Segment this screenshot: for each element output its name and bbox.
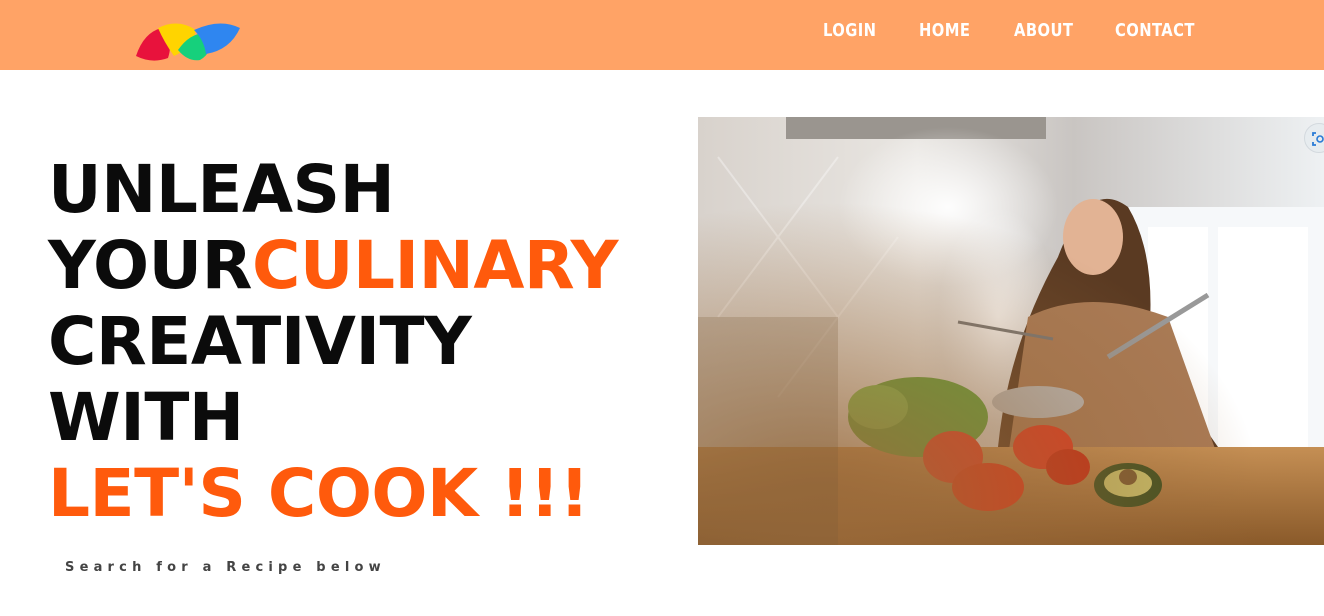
hero-heading: UNLEASH YOURCULINARY CREATIVITY WITH LET…	[48, 152, 668, 532]
colorful-petals-logo-icon[interactable]	[134, 20, 242, 62]
hero-line-1: UNLEASH	[48, 151, 395, 228]
hero-word-your: YOUR	[48, 227, 252, 304]
visual-search-icon[interactable]	[1304, 123, 1324, 153]
top-navbar: LOGIN HOME ABOUT CONTACT	[0, 0, 1324, 70]
hero-word-culinary: CULINARY	[251, 227, 618, 304]
hero-line-5: LET'S COOK !!!	[48, 455, 589, 532]
woman-cooking-in-kitchen-image	[698, 117, 1324, 545]
kitchen-photo-illustration	[698, 117, 1324, 545]
hero-line-4: WITH	[48, 379, 244, 456]
hero-line-2: YOURCULINARY	[48, 228, 668, 304]
search-caption: Search for a Recipe below	[65, 560, 386, 575]
nav-home-link[interactable]: HOME	[919, 20, 970, 41]
hero-line-3: CREATIVITY	[48, 303, 472, 380]
visual-search-glyph-icon	[1312, 132, 1324, 146]
nav-contact-link[interactable]: CONTACT	[1115, 20, 1195, 41]
nav-login-link[interactable]: LOGIN	[823, 20, 876, 41]
nav-about-link[interactable]: ABOUT	[1014, 20, 1073, 41]
nav-links: LOGIN HOME ABOUT CONTACT	[800, 0, 1220, 70]
